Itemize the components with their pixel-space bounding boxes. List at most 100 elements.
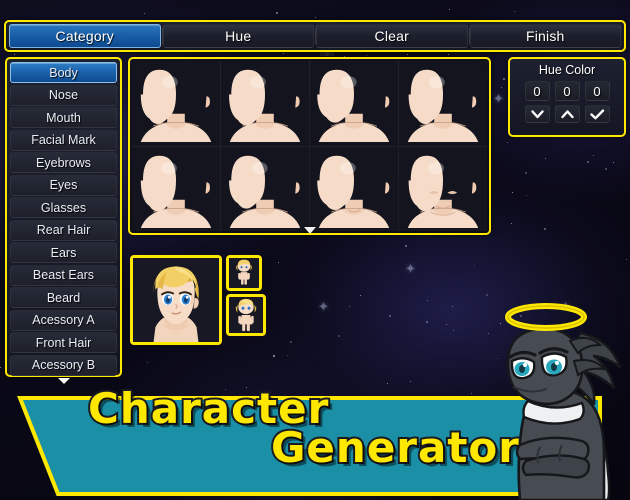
sidebar-item-mouth[interactable]: Mouth xyxy=(10,107,117,128)
sidebar-item-eyes[interactable]: Eyes xyxy=(10,174,117,196)
sidebar-item-body[interactable]: Body xyxy=(10,62,117,83)
tab-finish-label: Finish xyxy=(525,28,565,44)
hue-button-row xyxy=(524,105,610,123)
body-variant-grid-panel xyxy=(128,57,491,235)
star xyxy=(453,329,455,331)
star xyxy=(470,392,472,394)
star xyxy=(144,12,146,14)
category-sidebar: Body Nose Mouth Facial Mark Eyebrows Eyes Glas… xyxy=(5,57,122,384)
star-sparkle: ✦ xyxy=(493,91,504,106)
star xyxy=(360,294,362,296)
body-thumbnail-8[interactable] xyxy=(399,146,487,231)
tab-clear-label: Clear xyxy=(374,28,409,44)
body-thumbnail-6[interactable] xyxy=(221,146,309,231)
chevron-up-icon xyxy=(560,109,574,118)
body-thumbnail-7[interactable] xyxy=(310,146,398,231)
star xyxy=(225,388,227,390)
tab-hue[interactable]: Hue xyxy=(161,24,314,48)
banner-title-line-1: Character xyxy=(86,384,330,433)
star xyxy=(592,154,594,156)
sidebar-item-front-hair[interactable]: Front Hair xyxy=(10,332,117,353)
star xyxy=(0,366,2,368)
star xyxy=(625,258,627,260)
tab-clear[interactable]: Clear xyxy=(315,24,468,48)
star xyxy=(425,320,428,323)
star xyxy=(14,54,16,56)
body-figure xyxy=(310,64,398,142)
star xyxy=(337,335,340,338)
sidebar-item-nose[interactable]: Nose xyxy=(10,84,117,106)
body-figure xyxy=(221,150,309,228)
character-generator-window: ✦✦✦✦✦ Category Hue Clear Finish BodyNose… xyxy=(0,0,630,500)
sidebar-item-label: Eyebrows xyxy=(36,155,91,170)
sidebar-item-label: Ears xyxy=(50,245,77,260)
tab-category-label: Category xyxy=(55,28,114,44)
star-sparkle: ✦ xyxy=(318,299,329,314)
hue-color-title: Hue Color xyxy=(538,63,596,77)
sidebar-item-label: Front Hair xyxy=(35,335,92,350)
body-thumbnail-4[interactable] xyxy=(399,61,487,146)
body-figure xyxy=(399,150,487,228)
sidebar-item-label: Eyes xyxy=(49,178,78,192)
sidebar-item-label: Acessory A xyxy=(32,313,95,327)
walk-sprite-preview[interactable] xyxy=(226,255,262,291)
star xyxy=(275,11,278,14)
body-thumbnail-1[interactable] xyxy=(132,61,220,146)
hue-confirm-button[interactable] xyxy=(584,105,610,123)
body-figure xyxy=(132,150,220,228)
angel-cat-mascot xyxy=(484,295,630,500)
sidebar-item-beard[interactable]: Beard xyxy=(10,287,117,308)
star xyxy=(278,262,280,264)
chevron-down-icon[interactable] xyxy=(57,378,70,384)
sidebar-item-facial-mark[interactable]: Facial Mark xyxy=(10,129,117,151)
body-figure xyxy=(399,64,487,142)
body-thumbnail-5[interactable] xyxy=(132,146,220,231)
star xyxy=(525,194,527,196)
star xyxy=(474,265,476,267)
star xyxy=(427,300,429,302)
hue-increase-button[interactable] xyxy=(554,105,580,123)
sidebar-item-acessory-b[interactable]: Acessory B xyxy=(10,354,117,376)
hue-value-g[interactable]: 0 xyxy=(554,81,580,101)
scroll-down-arrow-icon[interactable] xyxy=(303,227,316,233)
sidebar-item-label: Beast Ears xyxy=(32,268,95,282)
top-toolbar: Category Hue Clear Finish xyxy=(4,20,626,52)
star xyxy=(544,158,546,160)
star xyxy=(404,245,407,248)
sidebar-item-glasses[interactable]: Glasses xyxy=(10,197,117,218)
sidebar-item-label: Facial Mark xyxy=(31,133,96,147)
body-figure xyxy=(221,64,309,142)
sidebar-item-label: Nose xyxy=(48,88,79,102)
sidebar-item-label: Acessory B xyxy=(31,358,96,372)
star xyxy=(389,314,392,317)
star xyxy=(447,54,449,56)
sidebar-item-eyebrows[interactable]: Eyebrows xyxy=(10,152,117,173)
star xyxy=(612,162,614,164)
sidebar-item-acessory-a[interactable]: Acessory A xyxy=(10,309,117,331)
sidebar-item-label: Body xyxy=(49,65,78,80)
hue-decrease-button[interactable] xyxy=(524,105,550,123)
star xyxy=(147,362,149,364)
star xyxy=(586,160,589,163)
star xyxy=(507,142,509,144)
sidebar-item-ears[interactable]: Ears xyxy=(10,242,117,263)
tab-category[interactable]: Category xyxy=(9,24,161,48)
sidebar-item-beast-ears[interactable]: Beast Ears xyxy=(10,264,117,286)
sidebar-item-label: Beard xyxy=(46,290,81,305)
hue-value-b[interactable]: 0 xyxy=(584,81,610,101)
character-face-preview[interactable] xyxy=(130,255,222,345)
hue-value-boxes: 0 0 0 xyxy=(524,81,610,101)
star xyxy=(449,8,451,10)
body-thumbnail-2[interactable] xyxy=(221,61,309,146)
star xyxy=(289,341,292,344)
tab-finish[interactable]: Finish xyxy=(468,24,621,48)
battler-sprite-preview[interactable] xyxy=(226,294,266,336)
star xyxy=(512,191,514,193)
sidebar-item-label: Rear Hair xyxy=(36,223,91,237)
star xyxy=(510,222,512,224)
body-thumbnail-3[interactable] xyxy=(310,61,398,146)
hue-value-r[interactable]: 0 xyxy=(524,81,550,101)
chevron-down-icon xyxy=(530,109,544,118)
sidebar-item-rear-hair[interactable]: Rear Hair xyxy=(10,219,117,241)
star xyxy=(386,382,388,384)
